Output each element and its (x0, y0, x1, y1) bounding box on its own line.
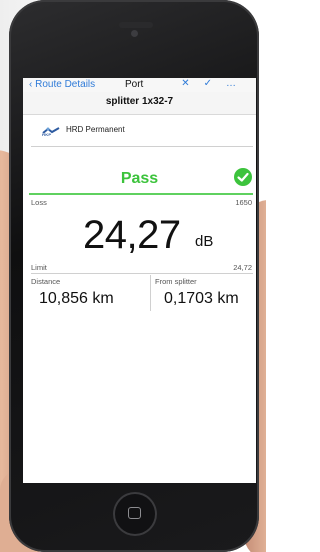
organization-logo-text: HKP (42, 132, 52, 137)
close-icon[interactable]: ✕ (181, 78, 203, 89)
chevron-left-icon: ‹ (29, 79, 33, 90)
distance-label: Distance (31, 277, 61, 286)
from-splitter-value: 0,1703 km (164, 290, 239, 307)
limit-label: Limit (31, 263, 47, 272)
status-underline (29, 193, 253, 195)
phone-body: ‹ Route Details Port ✕✓… splitter 1x32-7… (9, 0, 259, 552)
divider (31, 273, 253, 274)
loss-wavelength: 1650 (235, 198, 252, 207)
status-row: Pass (23, 168, 256, 190)
divider (31, 146, 253, 147)
home-square-icon (128, 507, 141, 519)
limit-value: 24,72 (233, 263, 252, 272)
nav-actions: ✕✓… (181, 78, 250, 89)
loss-label: Loss (31, 198, 47, 207)
check-icon[interactable]: ✓ (204, 78, 226, 89)
back-button[interactable]: ‹ Route Details (29, 79, 95, 90)
nav-title: Port (125, 79, 144, 90)
photo-background: ‹ Route Details Port ✕✓… splitter 1x32-7… (0, 0, 266, 552)
organization-row: HKP HRD Permanent (42, 123, 252, 139)
loss-unit: dB (195, 233, 214, 250)
speaker-grille (119, 22, 153, 28)
checkmark-circle-icon (234, 168, 252, 186)
from-splitter-label: From splitter (155, 277, 197, 286)
status-badge: Pass (120, 170, 159, 187)
home-button[interactable] (113, 492, 157, 536)
page-title: splitter 1x32-7 (23, 92, 256, 115)
back-button-label: Route Details (35, 79, 96, 90)
column-divider (150, 275, 151, 311)
distance-value: 10,856 km (39, 290, 114, 307)
front-camera (131, 30, 138, 37)
organization-logo: HKP (42, 123, 60, 139)
organization-name: HRD Permanent (66, 125, 125, 134)
loss-value: 24,27 (83, 213, 181, 257)
app-screen: ‹ Route Details Port ✕✓… splitter 1x32-7… (23, 78, 256, 483)
more-icon[interactable]: … (226, 78, 250, 89)
navigation-bar: ‹ Route Details Port ✕✓… (23, 78, 256, 92)
